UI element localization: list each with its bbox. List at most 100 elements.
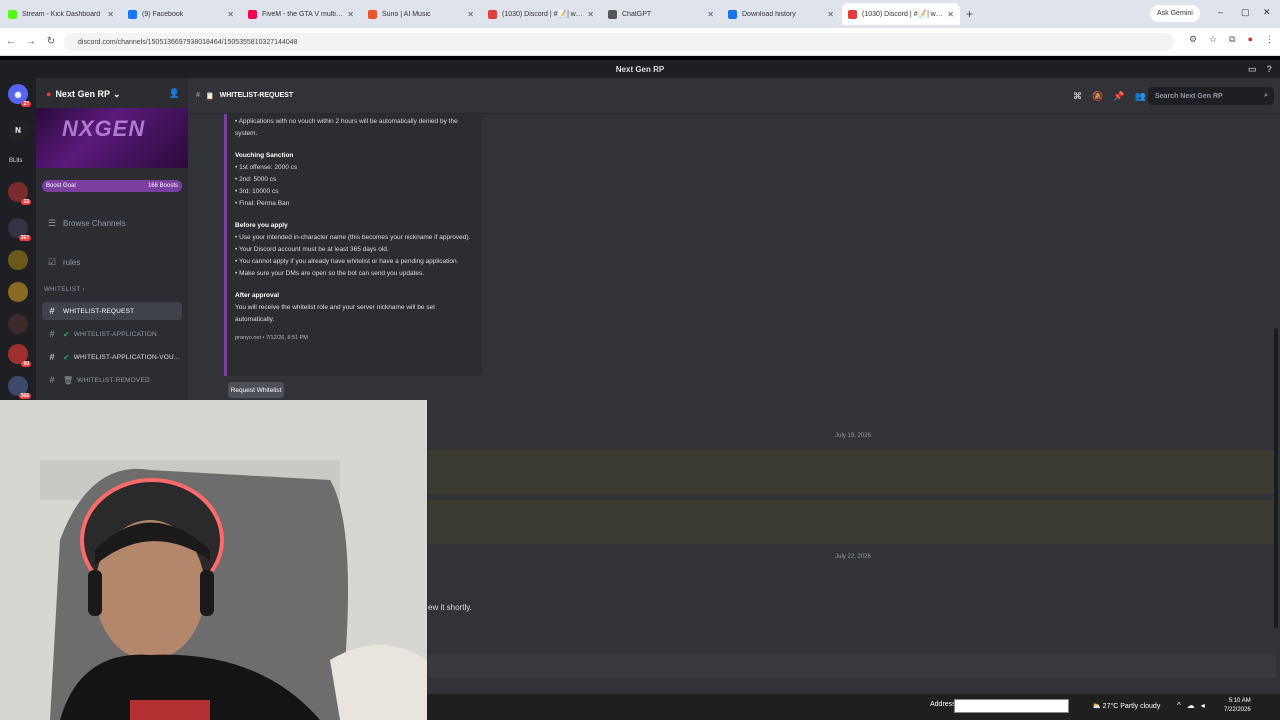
- maximize-icon[interactable]: ▢: [1241, 7, 1250, 18]
- browser-tab[interactable]: Stream - Kick Dashboard ✕: [2, 3, 120, 25]
- server-icon[interactable]: 60: [8, 344, 31, 367]
- hash-icon: #: [196, 92, 200, 99]
- puzzle-icon[interactable]: ⧉: [1229, 34, 1235, 45]
- channel-rules[interactable]: ☑ rules: [42, 253, 182, 271]
- browse-channels[interactable]: ☰ Browse Channels: [42, 214, 182, 232]
- taskbar-address-label: Address: [930, 701, 956, 708]
- search-input[interactable]: Search Next Gen RP ⌕: [1148, 87, 1274, 105]
- hash-icon: #: [49, 352, 55, 362]
- channel-header: # 📋 WHITELIST-REQUEST ⌘ 🔕 📌 👥 Search Nex…: [188, 78, 1280, 114]
- minimize-icon[interactable]: –: [1218, 7, 1223, 17]
- channel-whitelist-request[interactable]: # WHITELIST-REQUEST: [42, 302, 182, 320]
- pin-icon[interactable]: 📌: [1113, 91, 1124, 102]
- channel-whitelist-application-vouch[interactable]: # ✔ WHITELIST-APPLICATION-VOU...: [42, 348, 182, 366]
- tab-favicon-icon: [848, 9, 857, 19]
- server-icon[interactable]: 33: [8, 182, 31, 205]
- browse-channels-label: Browse Channels: [63, 218, 126, 228]
- list-icon: ☰: [47, 217, 57, 228]
- close-tab-icon[interactable]: ✕: [587, 10, 594, 19]
- new-tab-icon[interactable]: +: [966, 7, 973, 21]
- embed-footer: pranyo.net • 7/12/26, 8:51 PM: [235, 335, 308, 341]
- close-tab-icon[interactable]: ✕: [107, 10, 114, 19]
- browser-tab[interactable]: Download history ✕: [722, 3, 840, 25]
- close-tab-icon[interactable]: ✕: [827, 10, 834, 19]
- taskbar-address-input[interactable]: [954, 699, 1069, 713]
- direct-messages-icon[interactable]: ◉ 27: [8, 84, 31, 107]
- server-icon[interactable]: 368: [8, 376, 31, 399]
- search-icon: ⌕: [1264, 92, 1268, 99]
- system-tray[interactable]: ^☁◂: [1177, 701, 1211, 710]
- checkmark-icon: ✔: [63, 329, 70, 339]
- tab-favicon-icon: [488, 9, 497, 19]
- server-icon[interactable]: [8, 250, 28, 270]
- close-window-icon[interactable]: ✕: [1263, 7, 1271, 18]
- channel-whitelist-application[interactable]: # ✔ WHITELIST-APPLICATION: [42, 325, 182, 343]
- discord-window-title: Next Gen RP ▭ ?: [0, 60, 1280, 78]
- streamer-webcam-image: [0, 400, 427, 720]
- clipboard-icon: 📋: [205, 92, 215, 100]
- server-banner: NXGEN: [36, 108, 188, 168]
- message-input[interactable]: [428, 654, 1276, 678]
- embed-line: • Make sure your DMs are open so the bot…: [235, 270, 425, 277]
- request-whitelist-button[interactable]: Request Whitelist: [228, 382, 284, 398]
- embed-line: • 2nd: 5000 cs: [235, 176, 277, 183]
- extension-icon[interactable]: ⚙: [1189, 34, 1197, 45]
- browser-tab[interactable]: (9) Facebook ✕: [122, 3, 240, 25]
- highlighted-message: [428, 500, 1276, 544]
- hash-icon: #: [49, 306, 55, 316]
- close-tab-icon[interactable]: ✕: [227, 10, 234, 19]
- threads-icon[interactable]: ⌘: [1073, 91, 1082, 102]
- invite-people-icon[interactable]: 👤: [169, 88, 180, 99]
- close-tab-icon[interactable]: ✕: [707, 10, 714, 19]
- back-icon[interactable]: ←: [2, 36, 20, 47]
- banner-logo: NXGEN: [62, 116, 146, 141]
- weather-widget[interactable]: ⛅ 27°C Partly cloudy: [1092, 702, 1160, 710]
- embed-line: You will receive the whitelist role and …: [235, 304, 435, 323]
- scrollbar[interactable]: [1274, 328, 1278, 628]
- browser-tab[interactable]: (1030) Discord | #📝│whitelis✕: [842, 3, 960, 25]
- clock[interactable]: 5:10 AM 7/22/2026: [1224, 697, 1251, 715]
- tab-label: Stream - Kick Dashboard: [22, 10, 101, 18]
- trash-icon: 🗑: [63, 375, 74, 385]
- channel-whitelist-removed[interactable]: # 🗑 WHITELIST-REMOVED: [42, 371, 182, 389]
- date-divider: July 22, 2026: [835, 554, 871, 560]
- tab-favicon-icon: [128, 9, 137, 19]
- members-icon[interactable]: 👥: [1134, 91, 1145, 102]
- tab-label: (1030) Discord | #📝│whitelis: [862, 11, 944, 18]
- browser-tab[interactable]: FiveM - the GTA V multiplayer ✕: [242, 3, 360, 25]
- mute-icon[interactable]: 🔕: [1092, 91, 1103, 102]
- embed-line: • Final: Perma Ban: [235, 200, 290, 207]
- server-icon[interactable]: [8, 314, 28, 334]
- embed-line: • Use your intended in-character name (t…: [235, 234, 471, 241]
- forward-icon[interactable]: →: [22, 36, 40, 47]
- menu-icon[interactable]: ⋮: [1265, 34, 1274, 45]
- reload-icon[interactable]: ↻: [42, 36, 60, 47]
- boost-goal-bar[interactable]: Boost Goal 166 Boosts: [42, 180, 182, 192]
- message-text: ew it shortly.: [428, 603, 472, 612]
- bookmark-star-icon[interactable]: ☆: [1209, 34, 1217, 45]
- embed-line: • 1st offense: 2000 cs: [235, 164, 298, 171]
- tab-label: Download history: [742, 10, 796, 18]
- server-icon[interactable]: N: [8, 120, 28, 140]
- embed-heading: After approval: [235, 292, 280, 299]
- window-title: Next Gen RP: [615, 64, 665, 74]
- tab-label: (1030) Discord | #📝│whitelis: [502, 11, 584, 18]
- close-tab-icon[interactable]: ✕: [947, 10, 954, 19]
- ask-gemini-button[interactable]: Ask Gemini: [1150, 5, 1200, 22]
- close-tab-icon[interactable]: ✕: [467, 10, 474, 19]
- server-icon[interactable]: 397: [8, 218, 31, 241]
- browser-tab[interactable]: (1030) Discord | #📝│whitelis✕: [482, 3, 600, 25]
- profile-avatar[interactable]: ●: [1248, 34, 1253, 45]
- browser-tab[interactable]: Suno | AI Music ✕: [362, 3, 480, 25]
- rules-icon: ☑: [47, 256, 57, 267]
- inbox-icon[interactable]: ▭: [1248, 64, 1257, 75]
- close-tab-icon[interactable]: ✕: [347, 10, 354, 19]
- url-bar[interactable]: discord.com/channels/1505136697938018464…: [64, 33, 1174, 51]
- browser-tab-strip: Stream - Kick Dashboard ✕ (9) Facebook ✕ Fiv…: [0, 0, 1280, 28]
- server-name-header[interactable]: ● Next Gen RP ⌄ 👤: [36, 86, 188, 102]
- category-whitelist[interactable]: WHITELIST ›: [44, 287, 85, 293]
- server-name: Next Gen RP: [55, 89, 110, 99]
- server-icon[interactable]: [8, 282, 28, 302]
- help-icon[interactable]: ?: [1267, 64, 1273, 75]
- browser-tab[interactable]: ChatGPT ✕: [602, 3, 720, 25]
